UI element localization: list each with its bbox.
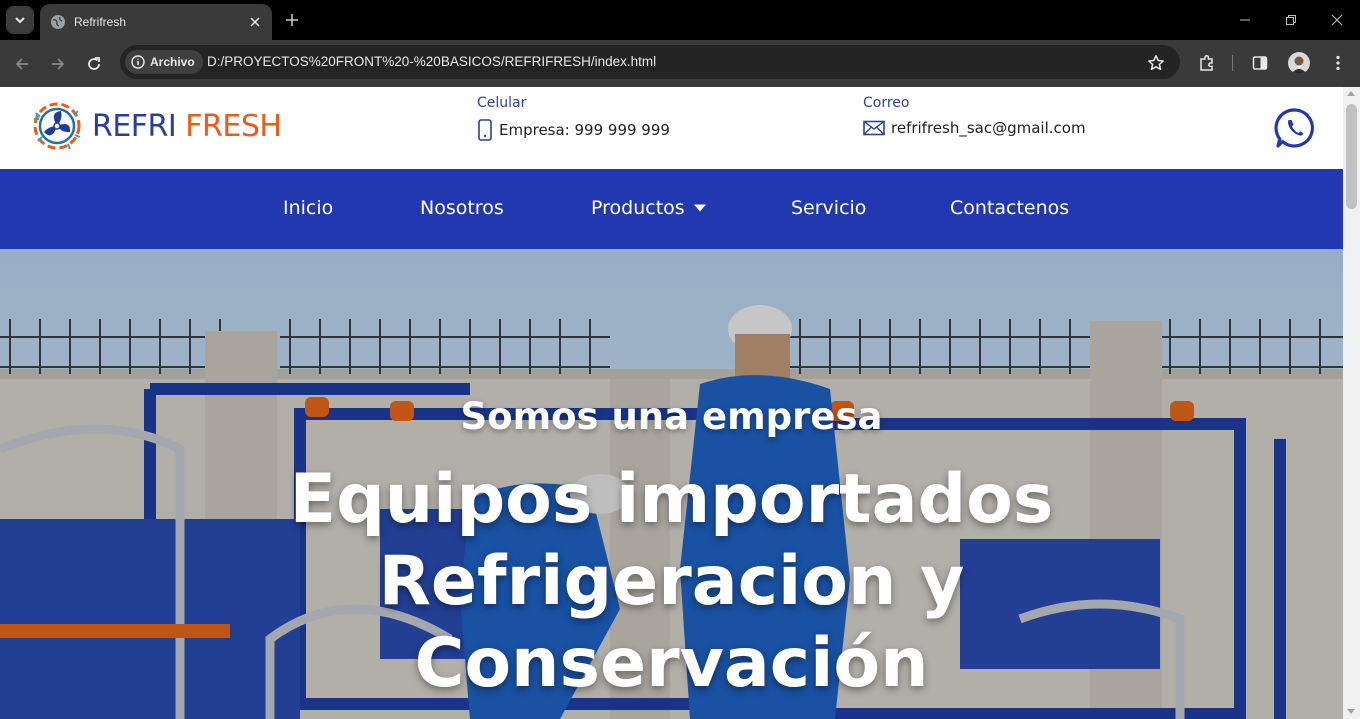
fan-snowflake-logo-icon — [33, 102, 81, 150]
nav-item-label: Productos — [591, 197, 685, 219]
plus-icon — [286, 14, 298, 26]
scrollbar-thumb[interactable] — [1346, 104, 1357, 209]
nav-item-label: Inicio — [283, 197, 334, 219]
page-viewport: REFRI FRESH Celular Empresa: 999 999 999… — [0, 87, 1343, 719]
whatsapp-icon[interactable] — [1274, 107, 1316, 149]
mobile-phone-icon — [478, 119, 492, 141]
close-icon[interactable] — [246, 13, 264, 31]
reload-button[interactable] — [82, 52, 106, 76]
chevron-down-icon — [15, 17, 25, 24]
new-tab-button[interactable] — [282, 10, 302, 30]
email-contact: Correo refrifresh_sac@gmail.com — [863, 95, 1086, 137]
back-button[interactable] — [10, 52, 34, 76]
phone-value: Empresa: 999 999 999 — [499, 121, 670, 139]
caret-down-icon — [693, 204, 706, 212]
site-header: REFRI FRESH Celular Empresa: 999 999 999… — [0, 87, 1343, 169]
close-window-button[interactable] — [1324, 8, 1350, 32]
email-value: refrifresh_sac@gmail.com — [891, 119, 1086, 137]
hero-title-line: Conservación — [414, 624, 929, 703]
hero-title-line: Refrigeracion y — [378, 542, 965, 621]
reload-icon — [88, 57, 100, 70]
browser-tab-strip: Refrifresh — [0, 0, 1360, 40]
nav-item-inicio[interactable]: Inicio — [283, 197, 333, 219]
profile-avatar[interactable] — [1288, 52, 1310, 74]
arrow-left-icon — [15, 58, 28, 70]
bookmark-star-icon[interactable] — [1145, 52, 1167, 74]
url-text[interactable]: D:/PROYECTOS%20FRONT%20-%20BASICOS/REFRI… — [207, 54, 656, 69]
nav-item-servicio[interactable]: Servicio — [791, 197, 866, 219]
hero-title: Equipos importados Refrigeracion y Conse… — [0, 459, 1343, 705]
logo-text-fresh: FRESH — [185, 108, 282, 144]
hero-title-line: Equipos importados — [289, 460, 1054, 539]
phone-label: Celular — [477, 95, 527, 111]
minimize-icon — [1240, 19, 1250, 21]
globe-icon — [50, 14, 66, 30]
envelope-icon — [863, 120, 885, 136]
close-icon — [1331, 14, 1343, 26]
restore-button[interactable] — [1278, 8, 1304, 32]
nav-item-label: Contactenos — [950, 197, 1070, 219]
side-panel-icon[interactable] — [1248, 51, 1272, 75]
toolbar-separator — [1232, 55, 1233, 71]
security-chip-label: Archivo — [150, 55, 195, 69]
hero-banner: Somos una empresa Equipos importados Ref… — [0, 249, 1343, 719]
restore-icon — [1286, 15, 1296, 25]
nav-item-nosotros[interactable]: Nosotros — [420, 197, 504, 219]
extensions-icon[interactable] — [1195, 51, 1219, 75]
tab-search-button[interactable] — [6, 6, 34, 34]
browser-menu-icon[interactable] — [1326, 51, 1350, 75]
nav-item-label: Servicio — [791, 197, 867, 219]
site-info-chip[interactable]: Archivo — [125, 50, 203, 74]
browser-tab-active[interactable]: Refrifresh — [40, 4, 272, 40]
arrow-right-icon — [52, 58, 65, 70]
site-logo[interactable]: REFRI FRESH — [30, 99, 282, 153]
logo-text-refri: REFRI — [92, 108, 177, 144]
info-icon — [131, 55, 145, 69]
tab-title: Refrifresh — [74, 15, 127, 29]
nav-item-label: Nosotros — [420, 197, 504, 219]
scroll-down-arrow-icon[interactable] — [1347, 709, 1355, 714]
email-label: Correo — [863, 95, 910, 111]
minimize-button[interactable] — [1232, 8, 1258, 32]
nav-item-contactenos[interactable]: Contactenos — [950, 197, 1069, 219]
forward-button[interactable] — [46, 52, 70, 76]
phone-contact: Celular Empresa: 999 999 999 — [477, 95, 670, 141]
scroll-up-arrow-icon[interactable] — [1347, 91, 1355, 96]
main-navigation: Inicio Nosotros Productos Servicio Conta… — [0, 169, 1343, 249]
nav-item-productos[interactable]: Productos — [591, 197, 707, 219]
hero-subtitle: Somos una empresa — [460, 395, 883, 438]
